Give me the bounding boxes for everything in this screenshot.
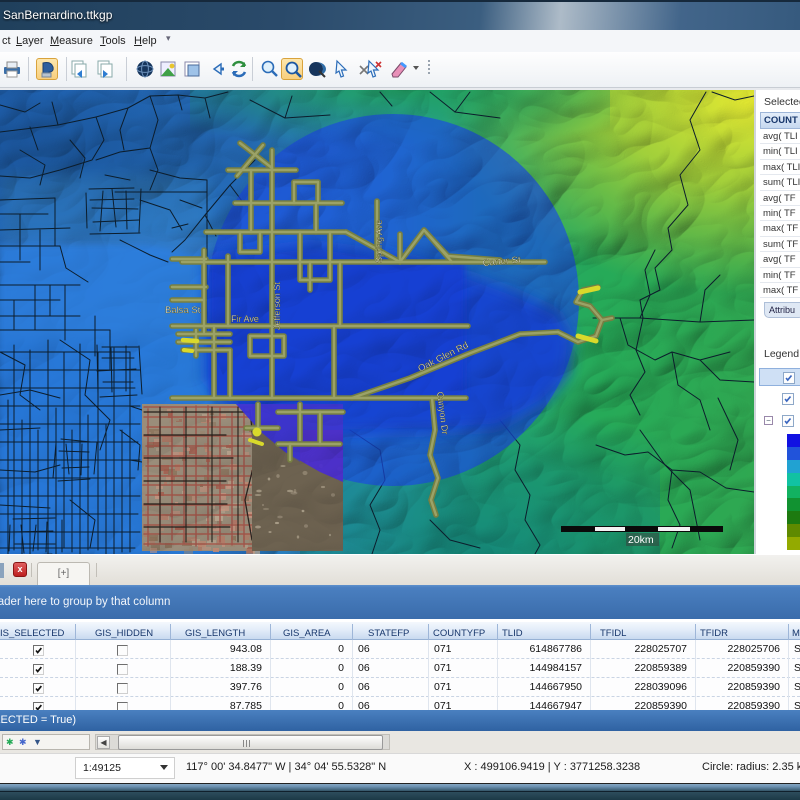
svg-text:Spring Ave: Spring Ave bbox=[374, 220, 384, 263]
svg-text:Jefferson St: Jefferson St bbox=[272, 282, 282, 330]
svg-text:Balsa St: Balsa St bbox=[165, 305, 201, 316]
svg-text:Fir Ave: Fir Ave bbox=[231, 314, 259, 324]
svg-text:20km: 20km bbox=[628, 534, 654, 546]
